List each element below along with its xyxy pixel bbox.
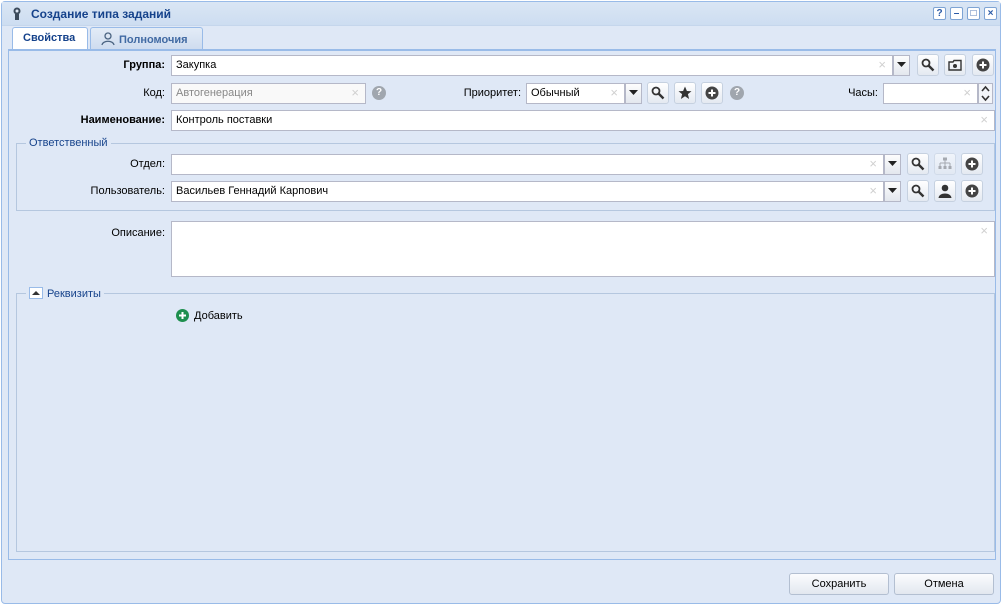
group-search-button[interactable] xyxy=(917,54,939,76)
group-label: Группа: xyxy=(123,59,165,71)
group-dropdown-button[interactable] xyxy=(893,55,910,76)
star-icon xyxy=(678,86,692,99)
code-help-icon[interactable]: ? xyxy=(372,86,386,100)
priority-favorite-button[interactable] xyxy=(674,82,696,104)
priority-label: Приоритет: xyxy=(463,87,521,99)
dept-tree-button[interactable] xyxy=(934,153,956,175)
description-clear-icon[interactable]: × xyxy=(980,223,988,238)
chevron-down-icon xyxy=(629,90,638,95)
requisites-legend[interactable]: Реквизиты xyxy=(26,287,104,300)
user-select-button[interactable] xyxy=(934,180,956,202)
group-value: Закупка xyxy=(176,59,217,71)
group-folder-button[interactable] xyxy=(944,54,966,76)
title-bar[interactable]: Создание типа заданий ? – □ × xyxy=(2,2,1000,26)
tab-properties[interactable]: Свойства xyxy=(12,27,88,50)
dept-combo[interactable]: × xyxy=(171,154,884,175)
chevron-down-icon xyxy=(888,188,897,193)
group-clear-icon[interactable]: × xyxy=(878,57,886,72)
folder-icon xyxy=(948,59,962,71)
requisites-fieldset: Реквизиты xyxy=(16,287,995,552)
priority-dropdown-button[interactable] xyxy=(625,83,642,104)
window-title: Создание типа заданий xyxy=(31,7,172,21)
responsible-legend: Ответственный xyxy=(29,137,108,149)
plus-circle-icon xyxy=(965,184,979,198)
dialog-window: Создание типа заданий ? – □ × Свойства П… xyxy=(1,1,1001,604)
name-clear-icon[interactable]: × xyxy=(980,112,988,127)
requisites-legend-label: Реквизиты xyxy=(47,288,101,300)
dept-search-button[interactable] xyxy=(907,153,929,175)
search-icon xyxy=(911,157,925,171)
add-requisite-button[interactable]: Добавить xyxy=(176,309,243,325)
tab-properties-label: Свойства xyxy=(23,32,76,44)
user-icon xyxy=(938,184,952,198)
collapse-toggle-button[interactable] xyxy=(29,287,43,299)
dept-add-button[interactable] xyxy=(961,153,983,175)
priority-search-button[interactable] xyxy=(647,82,669,104)
add-requisite-label: Добавить xyxy=(194,310,243,322)
tab-permissions-label: Полномочия xyxy=(119,34,188,46)
org-tree-icon xyxy=(938,157,952,169)
dept-clear-icon[interactable]: × xyxy=(869,156,877,171)
search-icon xyxy=(651,86,665,100)
tab-permissions[interactable]: Полномочия xyxy=(90,27,203,49)
description-textarea[interactable]: × xyxy=(171,221,995,277)
code-label: Код: xyxy=(143,87,165,99)
task-type-icon xyxy=(11,7,23,21)
user-permissions-icon xyxy=(101,32,115,49)
user-label: Пользователь: xyxy=(90,185,165,197)
save-button[interactable]: Сохранить xyxy=(789,573,889,595)
spin-down-icon xyxy=(981,95,990,102)
code-placeholder: Автогенерация xyxy=(176,87,253,99)
chevron-up-icon xyxy=(32,291,40,295)
priority-help-icon[interactable]: ? xyxy=(730,86,744,100)
priority-add-button[interactable] xyxy=(701,82,723,104)
hours-label: Часы: xyxy=(848,87,878,99)
priority-clear-icon[interactable]: × xyxy=(610,85,618,100)
spin-up-icon xyxy=(981,85,990,92)
cancel-button[interactable]: Отмена xyxy=(894,573,994,595)
group-add-button[interactable] xyxy=(972,54,994,76)
code-clear-icon[interactable]: × xyxy=(351,85,359,100)
code-field[interactable]: Автогенерация × xyxy=(171,83,366,104)
chevron-down-icon xyxy=(888,161,897,166)
priority-value: Обычный xyxy=(531,87,580,99)
name-field[interactable]: Контроль поставки × xyxy=(171,110,995,131)
add-green-icon xyxy=(176,309,189,325)
user-dropdown-button[interactable] xyxy=(884,181,901,202)
minimize-tool-button[interactable]: – xyxy=(950,7,963,20)
group-combo[interactable]: Закупка × xyxy=(171,55,893,76)
name-value: Контроль поставки xyxy=(176,114,273,126)
plus-circle-icon xyxy=(965,157,979,171)
search-icon xyxy=(921,58,935,72)
help-tool-button[interactable]: ? xyxy=(933,7,946,20)
user-add-button[interactable] xyxy=(961,180,983,202)
hours-spinner[interactable] xyxy=(978,83,993,104)
description-label: Описание: xyxy=(111,227,165,239)
hours-clear-icon[interactable]: × xyxy=(963,85,971,100)
priority-combo[interactable]: Обычный × xyxy=(526,83,625,104)
close-tool-button[interactable]: × xyxy=(984,7,997,20)
maximize-tool-button[interactable]: □ xyxy=(967,7,980,20)
plus-circle-icon xyxy=(705,86,719,100)
dept-label: Отдел: xyxy=(130,158,165,170)
name-label: Наименование: xyxy=(80,114,165,126)
user-combo[interactable]: Васильев Геннадий Карпович × xyxy=(171,181,884,202)
hours-field[interactable]: × xyxy=(883,83,978,104)
chevron-down-icon xyxy=(897,62,906,67)
search-icon xyxy=(911,184,925,198)
user-value: Васильев Геннадий Карпович xyxy=(176,185,329,197)
user-clear-icon[interactable]: × xyxy=(869,183,877,198)
dept-dropdown-button[interactable] xyxy=(884,154,901,175)
user-search-button[interactable] xyxy=(907,180,929,202)
plus-circle-icon xyxy=(976,58,990,72)
